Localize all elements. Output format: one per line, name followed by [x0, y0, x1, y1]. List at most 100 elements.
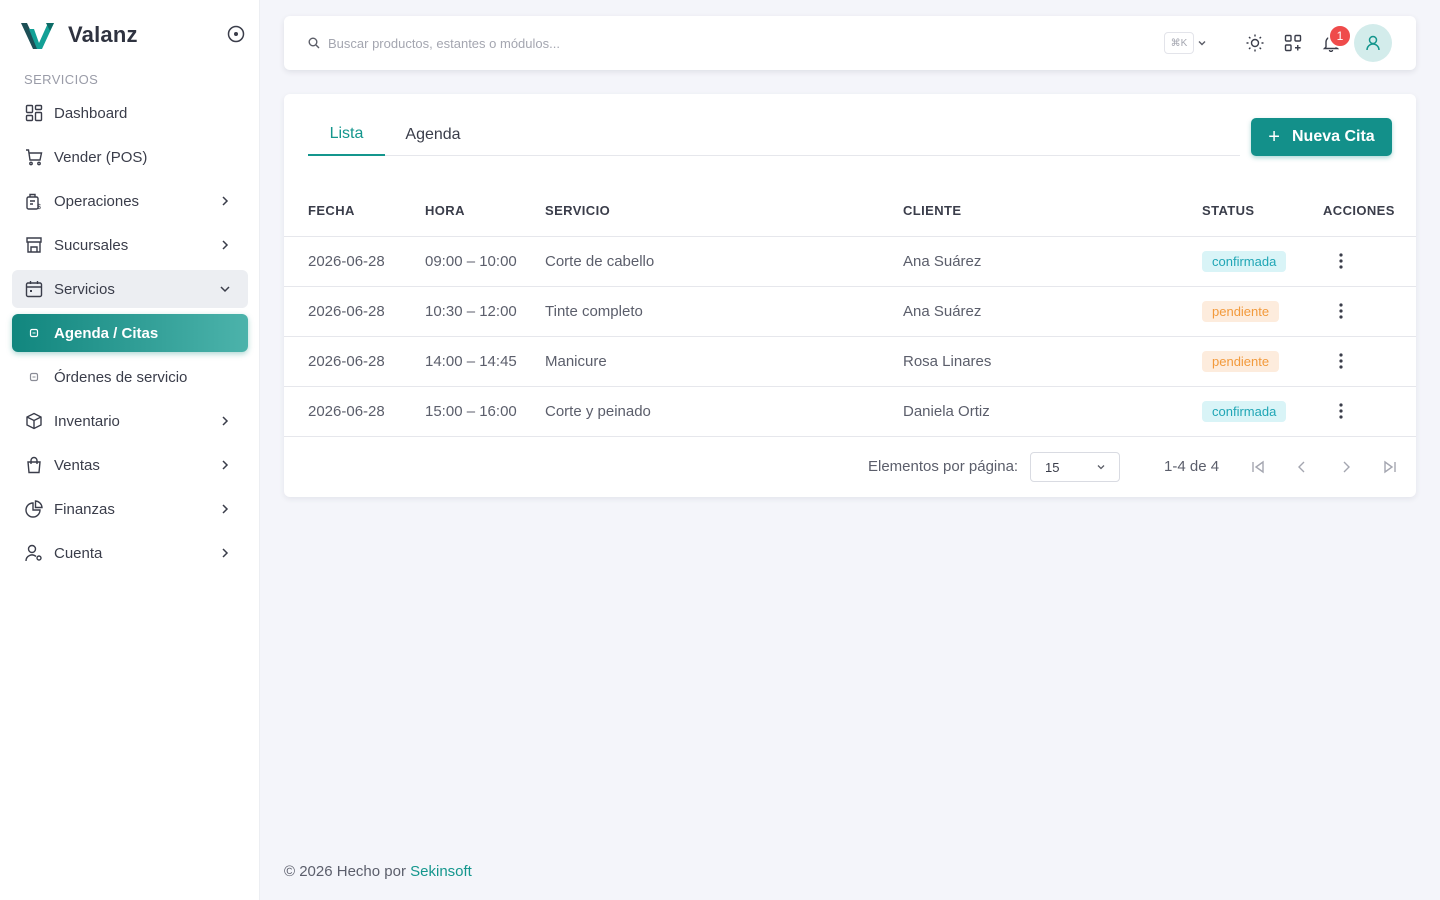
- chevron-down-icon[interactable]: [1196, 36, 1210, 50]
- page-size-label: Elementos por página:: [868, 458, 1019, 475]
- column-header-status[interactable]: STATUS: [1202, 186, 1323, 237]
- page-size-select[interactable]: 15: [1030, 452, 1120, 482]
- cell-acciones: [1323, 386, 1416, 437]
- first-page-icon[interactable]: [1247, 456, 1269, 478]
- footer-link[interactable]: Sekinsoft: [410, 863, 472, 880]
- table-row[interactable]: 2026-06-28 10:30 – 12:00 Tinte completo …: [284, 286, 1416, 337]
- column-header-servicio[interactable]: SERVICIO: [545, 186, 903, 237]
- footer-text: © 2026 Hecho por: [284, 863, 406, 880]
- avatar[interactable]: [1354, 24, 1392, 62]
- cell-servicio: Manicure: [545, 336, 903, 387]
- chevron-right-icon: [216, 500, 234, 518]
- column-header-acciones: ACCIONES: [1323, 186, 1416, 237]
- column-header-fecha[interactable]: FECHA: [284, 186, 425, 237]
- table-row[interactable]: 2026-06-28 15:00 – 16:00 Corte y peinado…: [284, 386, 1416, 437]
- cell-acciones: [1323, 286, 1416, 337]
- sidebar-item-inventario[interactable]: Inventario: [12, 402, 248, 440]
- dot-icon: [24, 367, 44, 387]
- shortcut-hint: ⌘K: [1164, 32, 1194, 54]
- tab-lista[interactable]: Lista: [308, 114, 385, 156]
- prev-page-icon[interactable]: [1291, 456, 1313, 478]
- brand-name: Valanz: [68, 22, 138, 47]
- store-icon: [24, 235, 44, 255]
- cell-hora: 09:00 – 10:00: [425, 236, 545, 287]
- pie-chart-icon: [24, 499, 44, 519]
- new-appointment-button[interactable]: + Nueva Cita: [1251, 118, 1392, 156]
- table-row[interactable]: 2026-06-28 14:00 – 14:45 Manicure Rosa L…: [284, 336, 1416, 387]
- footer: © 2026 Hecho por Sekinsoft: [284, 863, 472, 880]
- view-tabs: Lista Agenda: [308, 114, 1240, 156]
- chevron-right-icon: [216, 236, 234, 254]
- last-page-icon[interactable]: [1379, 456, 1401, 478]
- box-icon: [24, 411, 44, 431]
- user-settings-icon: [24, 543, 44, 563]
- chevron-right-icon: [216, 412, 234, 430]
- status-badge: confirmada: [1202, 400, 1287, 422]
- sun-icon[interactable]: [1244, 32, 1266, 54]
- appointments-card: Lista Agenda + Nueva Cita FECHA HORA SER…: [284, 94, 1416, 497]
- appointments-table: FECHA HORA SERVICIO CLIENTE STATUS ACCIO…: [284, 186, 1416, 437]
- cell-status: confirmada: [1202, 236, 1323, 287]
- calendar-icon: [24, 279, 44, 299]
- sidebar-item-dashboard[interactable]: Dashboard: [12, 94, 248, 132]
- more-vertical-icon[interactable]: [1329, 399, 1353, 423]
- sidebar-item-label: Operaciones: [54, 192, 140, 210]
- chevron-right-icon: [216, 544, 234, 562]
- column-header-cliente[interactable]: CLIENTE: [903, 186, 1202, 237]
- next-page-icon[interactable]: [1335, 456, 1357, 478]
- more-vertical-icon[interactable]: [1329, 249, 1353, 273]
- sidebar-item-operaciones[interactable]: $ Operaciones: [12, 182, 248, 220]
- cell-fecha: 2026-06-28: [284, 386, 425, 437]
- cell-cliente: Daniela Ortiz: [903, 386, 1202, 437]
- sidebar-item-label: Servicios: [54, 280, 115, 298]
- status-badge: pendiente: [1202, 350, 1280, 372]
- cell-acciones: [1323, 236, 1416, 287]
- dot-icon: [24, 323, 44, 343]
- cell-acciones: [1323, 336, 1416, 387]
- sidebar-item-servicios[interactable]: Servicios: [12, 270, 248, 308]
- cell-servicio: Tinte completo: [545, 286, 903, 337]
- new-appointment-label: Nueva Cita: [1291, 128, 1375, 145]
- bag-icon: [24, 455, 44, 475]
- operations-icon: $: [24, 191, 44, 211]
- sidebar-item-ventas[interactable]: Ventas: [12, 446, 248, 484]
- sidebar-item-label: Ventas: [54, 456, 100, 474]
- page-range: 1-4 de 4: [1164, 458, 1220, 475]
- sidebar-item-sucursales[interactable]: Sucursales: [12, 226, 248, 264]
- column-header-hora[interactable]: HORA: [425, 186, 545, 237]
- cell-status: pendiente: [1202, 286, 1323, 337]
- table-row[interactable]: 2026-06-28 09:00 – 10:00 Corte de cabell…: [284, 236, 1416, 287]
- status-badge: pendiente: [1202, 300, 1280, 322]
- topbar: ⌘K 1: [284, 16, 1416, 70]
- cell-cliente: Rosa Linares: [903, 336, 1202, 387]
- sidebar-nav: Dashboard Vender (POS) $ Operaciones Suc…: [12, 94, 248, 578]
- sidebar-item-cuenta[interactable]: Cuenta: [12, 534, 248, 572]
- section-label: SERVICIOS: [24, 72, 99, 87]
- sidebar-item-finanzas[interactable]: Finanzas: [12, 490, 248, 528]
- tab-agenda[interactable]: Agenda: [394, 114, 472, 156]
- cell-fecha: 2026-06-28: [284, 236, 425, 287]
- sidebar-toggle-icon[interactable]: [226, 24, 246, 44]
- cell-status: pendiente: [1202, 336, 1323, 387]
- cell-fecha: 2026-06-28: [284, 336, 425, 387]
- more-vertical-icon[interactable]: [1329, 349, 1353, 373]
- search-input[interactable]: [328, 32, 1028, 54]
- sidebar-item-pos[interactable]: Vender (POS): [12, 138, 248, 176]
- chevron-right-icon: [216, 456, 234, 474]
- search-icon: [308, 36, 322, 50]
- cart-icon: [24, 147, 44, 167]
- sidebar-item-agenda-citas[interactable]: Agenda / Citas: [12, 314, 248, 352]
- notification-badge: 1: [1328, 24, 1352, 48]
- brand[interactable]: Valanz: [20, 18, 138, 52]
- sidebar-item-ordenes-servicio[interactable]: Órdenes de servicio: [12, 358, 248, 396]
- valanz-logo-icon: [21, 23, 54, 49]
- sidebar-item-label: Vender (POS): [54, 148, 148, 166]
- plus-icon: +: [1268, 126, 1280, 148]
- cell-hora: 14:00 – 14:45: [425, 336, 545, 387]
- apps-grid-icon[interactable]: [1282, 32, 1304, 54]
- more-vertical-icon[interactable]: [1329, 299, 1353, 323]
- sidebar-item-label: Finanzas: [54, 500, 115, 518]
- cell-cliente: Ana Suárez: [903, 236, 1202, 287]
- chevron-down-icon: [1095, 461, 1107, 473]
- user-icon: [1366, 35, 1380, 51]
